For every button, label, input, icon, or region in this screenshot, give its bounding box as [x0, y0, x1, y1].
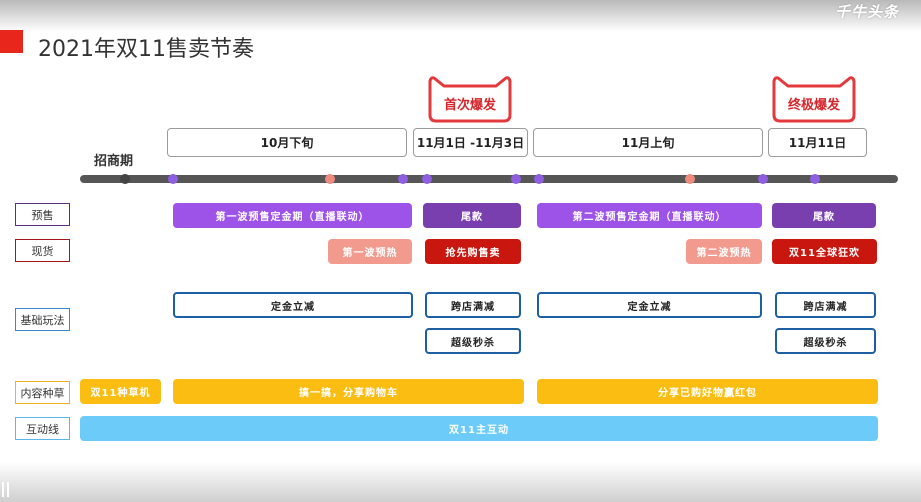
- timeline-dot: [325, 174, 335, 184]
- row-label-interactive: 互动线: [15, 417, 70, 440]
- basic-super-flash-sale: 超级秒杀: [425, 328, 521, 354]
- period-nov-1-3: 11月1日 -11月3日: [413, 128, 528, 157]
- content-share-cart: 搞一搞，分享购物车: [173, 379, 524, 404]
- row-label-content-seeding: 内容种草: [15, 381, 70, 404]
- timeline-dot: [398, 174, 408, 184]
- pause-icon[interactable]: [1, 482, 10, 497]
- basic-deposit-discount: 定金立减: [537, 292, 762, 318]
- timeline-dot: [758, 174, 768, 184]
- title-marker: [0, 30, 23, 53]
- recruit-period-label: 招商期: [94, 154, 134, 169]
- badge-first-text: 首次爆发: [444, 97, 497, 113]
- row-label-presale: 预售: [15, 203, 70, 226]
- timeline-dot: [810, 174, 820, 184]
- content-share-purchase: 分享已购好物赢红包: [537, 379, 878, 404]
- presale-first-balance: 尾款: [423, 203, 521, 228]
- basic-cross-store-discount: 跨店满减: [775, 292, 876, 318]
- spot-global-carnival: 双11全球狂欢: [772, 239, 877, 264]
- row-label-basic-play: 基础玩法: [15, 308, 70, 331]
- interactive-main: 双11主互动: [80, 416, 878, 441]
- spot-first-preheat: 第一波预热: [328, 239, 412, 264]
- period-late-october: 10月下旬: [167, 128, 407, 157]
- page-title: 2021年双11售卖节奏: [38, 37, 254, 62]
- spot-early-sale: 抢先购售卖: [425, 239, 521, 264]
- tmall-badge-icon: 终极爆发: [772, 76, 856, 123]
- top-shade: [0, 0, 921, 32]
- content-seeding-machine: 双11种草机: [80, 379, 161, 404]
- timeline-dot: [168, 174, 178, 184]
- basic-cross-store-discount: 跨店满减: [425, 292, 521, 318]
- presale-first-deposit: 第一波预售定金期（直播联动）: [173, 203, 412, 228]
- slide: 千牛头条 2021年双11售卖节奏 首次爆发 终极爆发 10月下旬 11月1日 …: [0, 0, 921, 502]
- tmall-badge-icon: 首次爆发: [428, 76, 512, 123]
- spot-second-preheat: 第二波预热: [686, 239, 762, 264]
- timeline-dot: [511, 174, 521, 184]
- badge-first-burst: 首次爆发: [427, 74, 513, 124]
- basic-deposit-discount: 定金立减: [173, 292, 413, 318]
- presale-second-deposit: 第二波预售定金期（直播联动）: [537, 203, 762, 228]
- badge-final-burst: 终极爆发: [771, 74, 857, 124]
- timeline-bar: [80, 175, 898, 183]
- timeline-dot: [685, 174, 695, 184]
- timeline-dot: [120, 174, 130, 184]
- timeline-dot: [534, 174, 544, 184]
- row-label-spot: 现货: [15, 239, 70, 262]
- presale-second-balance: 尾款: [772, 203, 876, 228]
- period-early-november: 11月上旬: [533, 128, 763, 157]
- timeline-dot: [422, 174, 432, 184]
- bottom-shade: [0, 462, 921, 502]
- badge-final-text: 终极爆发: [788, 97, 841, 113]
- period-nov-11: 11月11日: [768, 128, 867, 157]
- watermark: 千牛头条: [834, 3, 899, 21]
- basic-super-flash-sale: 超级秒杀: [775, 328, 876, 354]
